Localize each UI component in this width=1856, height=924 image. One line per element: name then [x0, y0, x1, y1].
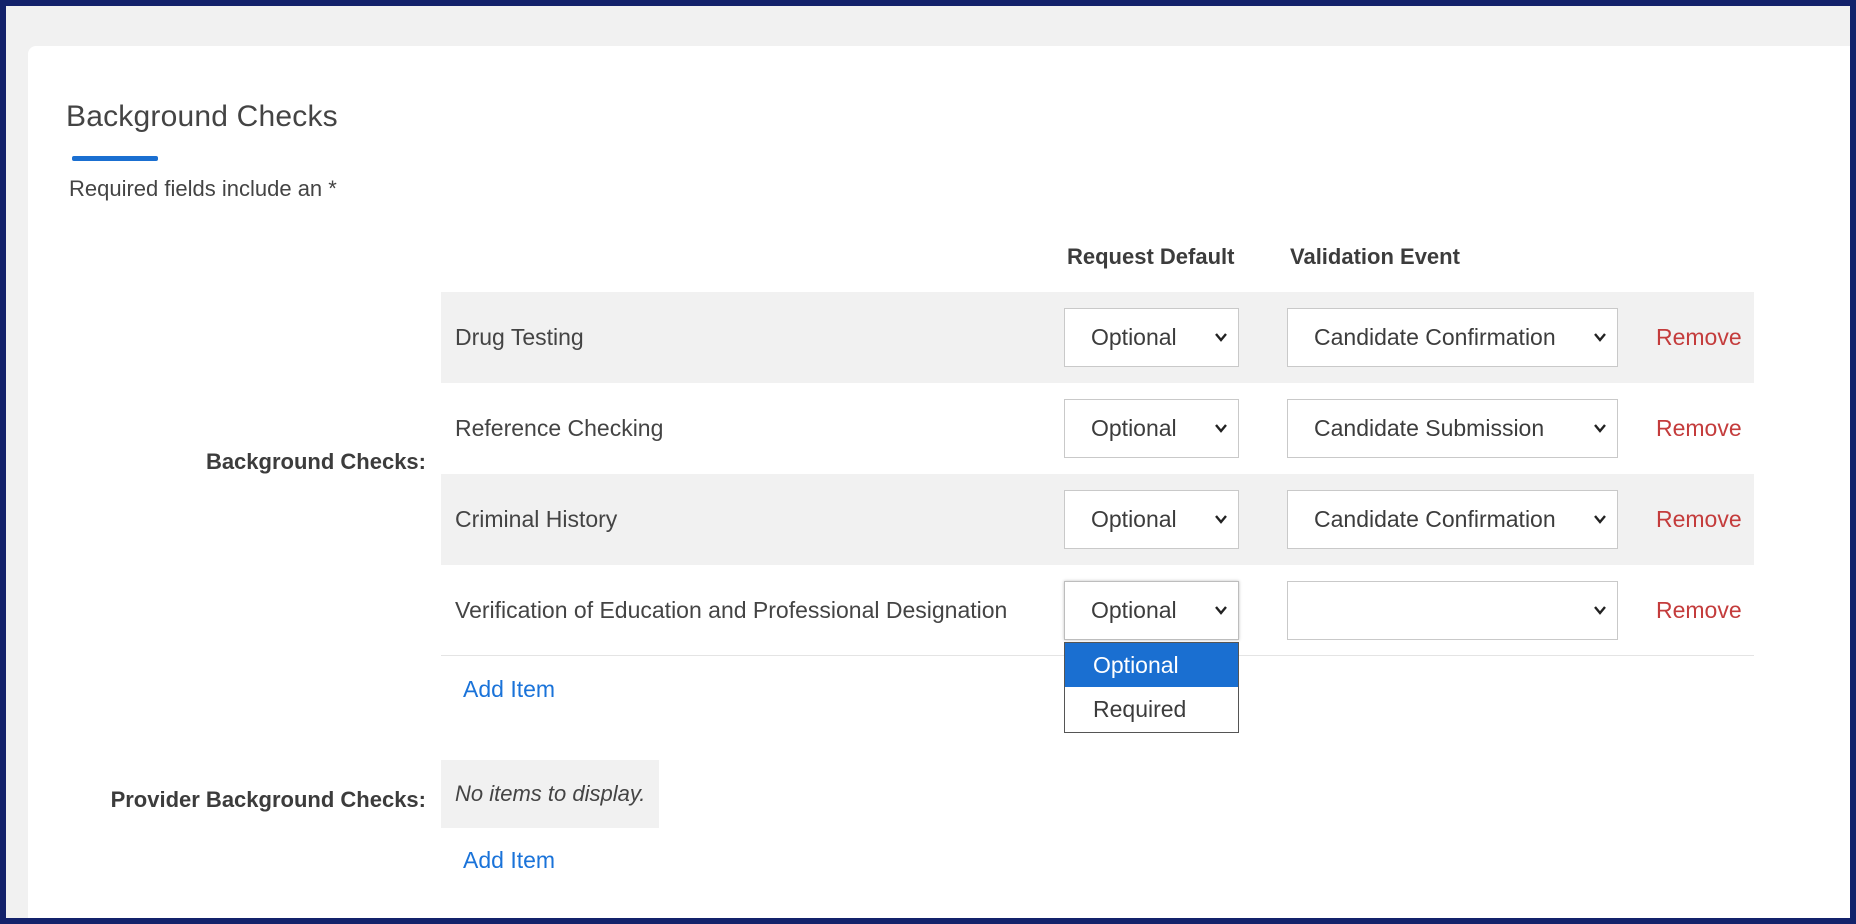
chevron-down-icon [1215, 515, 1227, 524]
table-row: Criminal History Optional Candidate Conf… [441, 474, 1754, 565]
background-checks-label: Background Checks: [205, 449, 426, 474]
title-underline [72, 156, 158, 161]
provider-add-item-link[interactable]: Add Item [463, 847, 555, 874]
select-value: Candidate Confirmation [1314, 506, 1556, 532]
table-row: Drug Testing Optional Candidate Confirma… [441, 292, 1754, 383]
dropdown-option-optional[interactable]: Optional [1065, 643, 1238, 687]
select-value: Optional [1091, 324, 1177, 350]
chevron-down-icon [1594, 424, 1606, 433]
chevron-down-icon [1215, 606, 1227, 615]
required-fields-note: Required fields include an * [69, 176, 337, 201]
check-name: Criminal History [455, 506, 618, 532]
request-default-select[interactable]: Optional [1064, 581, 1239, 640]
request-default-select[interactable]: Optional [1064, 399, 1239, 458]
page-title: Background Checks [66, 100, 338, 133]
column-header-request-default: Request Default [1067, 244, 1235, 269]
empty-state-text: No items to display. [455, 781, 646, 806]
request-default-select[interactable]: Optional [1064, 490, 1239, 549]
chevron-down-icon [1215, 333, 1227, 342]
provider-background-checks-label: Provider Background Checks: [110, 787, 426, 812]
check-name: Reference Checking [455, 415, 664, 441]
validation-event-select[interactable]: Candidate Submission [1287, 399, 1618, 458]
column-header-validation-event: Validation Event [1290, 244, 1460, 269]
request-default-dropdown: Optional Required [1064, 642, 1239, 733]
select-value: Optional [1091, 506, 1177, 532]
chevron-down-icon [1594, 515, 1606, 524]
chevron-down-icon [1594, 606, 1606, 615]
select-value: Candidate Submission [1314, 415, 1545, 441]
chevron-down-icon [1215, 424, 1227, 433]
request-default-select[interactable]: Optional [1064, 308, 1239, 367]
select-value: Candidate Confirmation [1314, 324, 1556, 350]
empty-state: No items to display. [441, 760, 659, 828]
check-name: Verification of Education and Profession… [455, 597, 1008, 623]
remove-link[interactable]: Remove [1656, 565, 1742, 656]
chevron-down-icon [1594, 333, 1606, 342]
check-name: Drug Testing [455, 324, 584, 350]
remove-link[interactable]: Remove [1656, 474, 1742, 565]
validation-event-select[interactable]: Candidate Confirmation [1287, 308, 1618, 367]
select-value: Optional [1091, 597, 1177, 623]
validation-event-select[interactable] [1287, 581, 1618, 640]
remove-link[interactable]: Remove [1656, 383, 1742, 474]
remove-link[interactable]: Remove [1656, 292, 1742, 383]
table-row: Reference Checking Optional Candidate Su… [441, 383, 1754, 474]
dropdown-option-required[interactable]: Required [1065, 687, 1238, 731]
select-value: Optional [1091, 415, 1177, 441]
validation-event-select[interactable]: Candidate Confirmation [1287, 490, 1618, 549]
add-item-link[interactable]: Add Item [463, 676, 555, 703]
